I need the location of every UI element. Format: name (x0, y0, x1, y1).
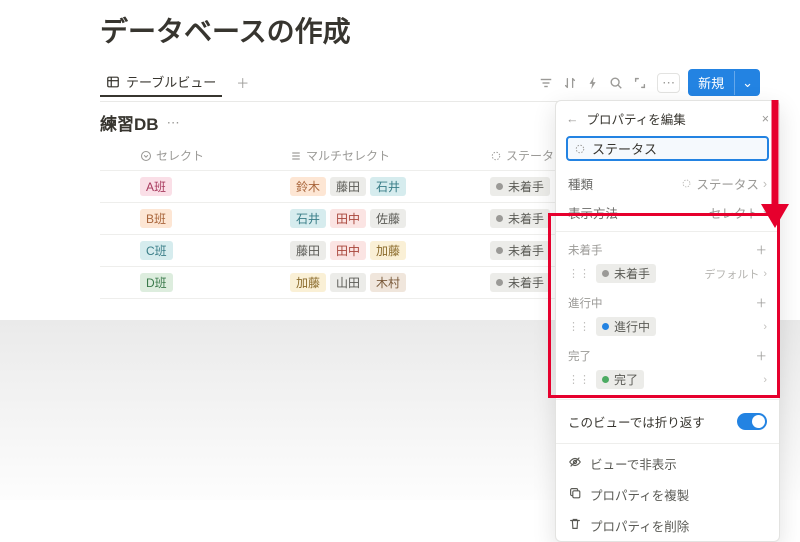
status-group-header: 完了 ＋ (556, 342, 779, 366)
column-header-multiselect[interactable]: マルチセレクト (282, 141, 482, 170)
multi-tag[interactable]: 田中 (330, 241, 366, 260)
expand-icon[interactable] (633, 76, 647, 90)
status-icon (681, 178, 692, 189)
back-icon[interactable]: ← (566, 112, 579, 126)
panel-title: プロパティを編集 (587, 109, 754, 128)
multi-tag[interactable]: 藤田 (290, 241, 326, 260)
trash-icon (568, 517, 582, 534)
info-icon[interactable]: i (774, 142, 776, 156)
property-name-field[interactable]: i (566, 136, 769, 161)
drag-handle-icon[interactable]: ⋮⋮ (568, 267, 590, 280)
multi-tag[interactable]: 山田 (330, 273, 366, 292)
status-group-label: 進行中 (568, 295, 603, 311)
chevron-down-icon[interactable]: ⌄ (734, 71, 760, 95)
more-icon[interactable]: ⋯ (657, 73, 680, 93)
multi-tag[interactable]: 佐藤 (370, 209, 406, 228)
status-option-row[interactable]: ⋮⋮ 進行中 › (556, 313, 779, 342)
meta-label: 種類 (568, 174, 593, 193)
chevron-right-icon: › (763, 177, 767, 191)
status-option-suffix: デフォルト (704, 266, 759, 282)
select-tag[interactable]: C班 (140, 241, 173, 260)
eye-off-icon (568, 455, 582, 472)
meta-value: セレクト (709, 203, 759, 222)
table-icon (106, 75, 120, 89)
duplicate-property-action[interactable]: プロパティを複製 (556, 479, 779, 510)
multi-tag[interactable]: 鈴木 (290, 177, 326, 196)
action-label: プロパティを削除 (590, 516, 689, 535)
status-option-pill: 進行中 (596, 317, 656, 336)
multi-tag[interactable]: 加藤 (370, 241, 406, 260)
new-button[interactable]: 新規 ⌄ (688, 69, 760, 96)
bolt-icon[interactable] (587, 76, 599, 90)
chevron-down-circle-icon (140, 150, 152, 162)
page-title: データベースの作成 (100, 10, 760, 50)
column-header-label: マルチセレクト (306, 147, 390, 164)
status-option-row[interactable]: ⋮⋮ 完了 › (556, 366, 779, 395)
status-tag[interactable]: 未着手 (490, 209, 550, 228)
tab-label: テーブルビュー (126, 72, 216, 91)
select-tag[interactable]: D班 (140, 273, 173, 292)
status-group-label: 完了 (568, 348, 591, 364)
property-type-row[interactable]: 種類 ステータス › (556, 169, 779, 198)
meta-value: ステータス (696, 174, 759, 193)
multi-tag[interactable]: 加藤 (290, 273, 326, 292)
drag-handle-icon[interactable]: ⋮⋮ (568, 373, 590, 386)
delete-property-action[interactable]: プロパティを削除 (556, 510, 779, 541)
multi-tag[interactable]: 石井 (370, 177, 406, 196)
wrap-toggle-switch[interactable] (737, 413, 767, 430)
wrap-toggle-label: このビューでは折り返す (568, 412, 705, 431)
filter-icon[interactable] (539, 76, 553, 90)
action-label: ビューで非表示 (590, 454, 677, 473)
action-label: プロパティを複製 (590, 485, 689, 504)
add-status-option-button[interactable]: ＋ (756, 295, 768, 311)
close-icon[interactable]: × (762, 112, 769, 126)
chevron-right-icon: › (763, 206, 767, 220)
select-tag[interactable]: B班 (140, 209, 172, 228)
duplicate-icon (568, 486, 582, 503)
list-icon (290, 150, 302, 162)
status-option-pill: 完了 (596, 370, 644, 389)
add-status-option-button[interactable]: ＋ (756, 348, 768, 364)
sort-icon[interactable] (563, 76, 577, 90)
tab-table-view[interactable]: テーブルビュー (100, 68, 222, 97)
select-tag[interactable]: A班 (140, 177, 172, 196)
status-group-label: 未着手 (568, 242, 603, 258)
chevron-right-icon: › (763, 268, 767, 280)
status-icon (490, 150, 502, 162)
property-edit-panel: ← プロパティを編集 × i 種類 ステータス › 表示方法 セレクト › 未着… (555, 100, 780, 542)
property-name-input[interactable] (592, 141, 768, 156)
search-icon[interactable] (609, 76, 623, 90)
status-tag[interactable]: 未着手 (490, 177, 550, 196)
status-tag[interactable]: 未着手 (490, 241, 550, 260)
status-option-row[interactable]: ⋮⋮ 未着手 デフォルト › (556, 260, 779, 289)
drag-handle-icon[interactable]: ⋮⋮ (568, 320, 590, 333)
hide-in-view-action[interactable]: ビューで非表示 (556, 448, 779, 479)
status-tag[interactable]: 未着手 (490, 273, 550, 292)
multi-tag[interactable]: 藤田 (330, 177, 366, 196)
database-more-icon[interactable]: ⋯ (167, 115, 180, 131)
meta-label: 表示方法 (568, 203, 618, 222)
chevron-right-icon: › (763, 321, 767, 333)
add-view-button[interactable]: ＋ (230, 71, 255, 94)
status-group-header: 進行中 ＋ (556, 289, 779, 313)
multi-tag[interactable]: 石井 (290, 209, 326, 228)
multi-tag[interactable]: 木村 (370, 273, 406, 292)
chevron-right-icon: › (763, 374, 767, 386)
wrap-toggle-row[interactable]: このビューでは折り返す (556, 404, 779, 439)
add-status-option-button[interactable]: ＋ (756, 242, 768, 258)
column-header-label: セレクト (156, 147, 204, 164)
database-title[interactable]: 練習DB (100, 110, 159, 135)
new-button-label: 新規 (688, 69, 734, 96)
status-option-pill: 未着手 (596, 264, 656, 283)
status-group-header: 未着手 ＋ (556, 236, 779, 260)
multi-tag[interactable]: 田中 (330, 209, 366, 228)
status-icon (574, 143, 586, 155)
column-header-select[interactable]: セレクト (132, 141, 282, 170)
property-display-row[interactable]: 表示方法 セレクト › (556, 198, 779, 227)
